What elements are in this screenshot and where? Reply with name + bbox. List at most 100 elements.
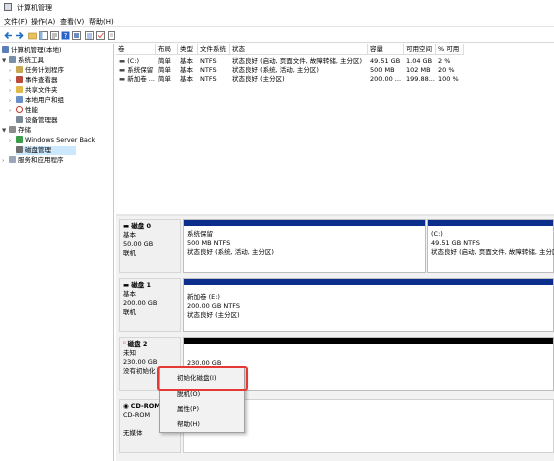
forward-arrow-icon[interactable]	[15, 31, 24, 40]
back-arrow-icon[interactable]	[4, 31, 13, 40]
tree-root[interactable]: 计算机管理(本地)	[2, 46, 112, 55]
folder-icon	[16, 86, 23, 93]
layout-cell: 简单	[158, 66, 171, 74]
column-header-layout[interactable]: 布局	[156, 44, 178, 55]
tree-device-manager[interactable]: 设备管理器	[16, 116, 58, 125]
partition-system-reserved[interactable]: 系统保留 500 MB NTFS 状态良好 (系统, 活动, 主分区)	[183, 219, 426, 273]
volume-list: 卷 布局 类型 文件系统 状态 容量 可用空间 % 可用 ▬ (C:) 简单 基…	[116, 44, 554, 214]
storage-icon	[9, 126, 16, 133]
help-icon[interactable]: ?	[61, 31, 70, 40]
disk-icon	[16, 146, 23, 153]
menu-action[interactable]: 操作(A)	[31, 17, 55, 27]
tree-event-viewer[interactable]: › 事件查看器	[9, 76, 58, 85]
free-space-cell: 102 MB	[406, 66, 431, 74]
column-header-type[interactable]: 类型	[178, 44, 198, 55]
chevron-right-icon[interactable]: ›	[9, 87, 16, 96]
partition-bar	[184, 279, 553, 285]
column-header-percent-free[interactable]: % 可用	[436, 44, 464, 55]
partition-name: (C:)	[431, 230, 443, 238]
menu-file[interactable]: 文件(F)	[4, 17, 28, 27]
partition-c[interactable]: (C:) 49.51 GB NTFS 状态良好 (启动, 页面文件, 故障转储,…	[427, 219, 554, 273]
users-icon	[16, 96, 23, 103]
properties-icon[interactable]	[50, 31, 59, 40]
partition-status: 状态良好 (启动, 页面文件, 故障转储, 主分区)	[431, 248, 554, 256]
type-cell: 基本	[180, 75, 193, 83]
menu-bar: 文件(F) 操作(A) 查看(V) 帮助(H)	[0, 14, 554, 27]
column-header-status[interactable]: 状态	[230, 44, 368, 55]
capacity-cell: 49.51 GB	[370, 57, 401, 65]
tree-performance[interactable]: › 性能	[9, 106, 38, 115]
type-cell: 基本	[180, 57, 193, 65]
chevron-right-icon[interactable]: ›	[9, 67, 16, 76]
doc-icon[interactable]	[107, 31, 116, 40]
menu-view[interactable]: 查看(V)	[60, 17, 84, 27]
up-folder-icon[interactable]	[28, 31, 37, 40]
column-header-volume[interactable]: 卷	[116, 44, 156, 55]
chevron-right-icon[interactable]: ›	[9, 97, 16, 106]
menu-help[interactable]: 帮助(H)	[89, 17, 114, 27]
partition-name: 系统保留	[187, 230, 213, 238]
disk-1-label[interactable]: ▬ 磁盘 1 基本 200.00 GB 联机	[119, 278, 181, 332]
chevron-down-icon[interactable]: ▼	[2, 57, 9, 66]
clock-icon	[16, 66, 23, 73]
tree-system-tools[interactable]: ▼ 系统工具	[2, 56, 44, 65]
chevron-right-icon[interactable]: ›	[9, 107, 16, 116]
chevron-down-icon[interactable]: ▼	[2, 127, 9, 136]
layout-cell: 简单	[158, 57, 171, 65]
partition-bar	[428, 220, 553, 226]
status-cell: 状态良好 (系统, 活动, 主分区)	[232, 66, 319, 74]
free-space-cell: 1.04 GB	[406, 57, 433, 65]
tree-shared-folders[interactable]: › 共享文件夹	[9, 86, 58, 95]
volume-icon: ▬	[119, 75, 128, 83]
partition-size: 500 MB NTFS	[187, 239, 231, 247]
tree-local-users[interactable]: › 本地用户和组	[9, 96, 64, 105]
svg-text:?: ?	[64, 32, 68, 40]
volume-name-cell: ▬ 新加卷 ...	[119, 75, 155, 83]
type-cell: 基本	[180, 66, 193, 74]
disk-icon: ▬	[123, 222, 132, 230]
backup-icon	[16, 136, 23, 143]
disk-0-label[interactable]: ▬ 磁盘 0 基本 50.00 GB 联机	[119, 219, 181, 273]
tree-task-scheduler[interactable]: › 任务计划程序	[9, 66, 64, 75]
tree-storage[interactable]: ▼ 存储	[2, 126, 31, 135]
services-icon	[9, 156, 16, 163]
chevron-right-icon[interactable]: ›	[9, 137, 16, 146]
console-tree-icon[interactable]	[39, 31, 48, 40]
percent-free-cell: 20 %	[438, 66, 455, 74]
cdrom-icon: ◉	[123, 402, 131, 410]
filesystem-cell: NTFS	[200, 66, 217, 74]
volume-name-cell: ▬ (C:)	[119, 57, 140, 65]
free-space-cell: 199.88...	[406, 75, 435, 83]
tools-icon	[9, 56, 16, 63]
partition-e[interactable]: 新加卷 (E:) 200.00 GB NTFS 状态良好 (主分区)	[183, 278, 554, 332]
tree-backup[interactable]: › Windows Server Back	[9, 136, 95, 145]
column-header-filesystem[interactable]: 文件系统	[198, 44, 230, 55]
menu-item-properties[interactable]: 属性(P)	[160, 403, 244, 416]
tree-services-apps[interactable]: › 服务和应用程序	[2, 156, 64, 165]
disk-icon: ▬	[123, 281, 132, 289]
partition-size: 200.00 GB NTFS	[187, 302, 240, 310]
volume-icon: ▬	[119, 66, 128, 74]
column-header-free-space[interactable]: 可用空间	[404, 44, 436, 55]
event-icon	[16, 76, 23, 83]
check-icon[interactable]	[96, 31, 105, 40]
list-view-icon[interactable]	[85, 31, 94, 40]
layout-cell: 简单	[158, 75, 171, 83]
menu-item-help[interactable]: 帮助(H)	[160, 418, 244, 431]
status-cell: 状态良好 (启动, 页面文件, 故障转储, 主分区)	[232, 57, 363, 65]
chevron-right-icon[interactable]: ›	[2, 157, 9, 166]
title-bar: 计算机管理	[0, 0, 554, 14]
view-icon[interactable]	[72, 31, 81, 40]
partition-status: 状态良好 (主分区)	[187, 311, 240, 319]
highlight-box	[157, 366, 248, 391]
performance-icon	[16, 106, 23, 113]
percent-free-cell: 100 %	[438, 75, 459, 83]
partition-bar	[184, 220, 425, 226]
filesystem-cell: NTFS	[200, 75, 217, 83]
navigation-tree: 计算机管理(本地) ▼ 系统工具 › 任务计划程序 › 事件查看器 › 共享文件夹 › 本…	[0, 44, 114, 461]
chevron-right-icon[interactable]: ›	[9, 77, 16, 86]
status-cell: 状态良好 (主分区)	[232, 75, 285, 83]
partition-size: 49.51 GB NTFS	[431, 239, 480, 247]
column-header-capacity[interactable]: 容量	[368, 44, 404, 55]
tree-disk-management[interactable]: 磁盘管理	[16, 146, 76, 155]
